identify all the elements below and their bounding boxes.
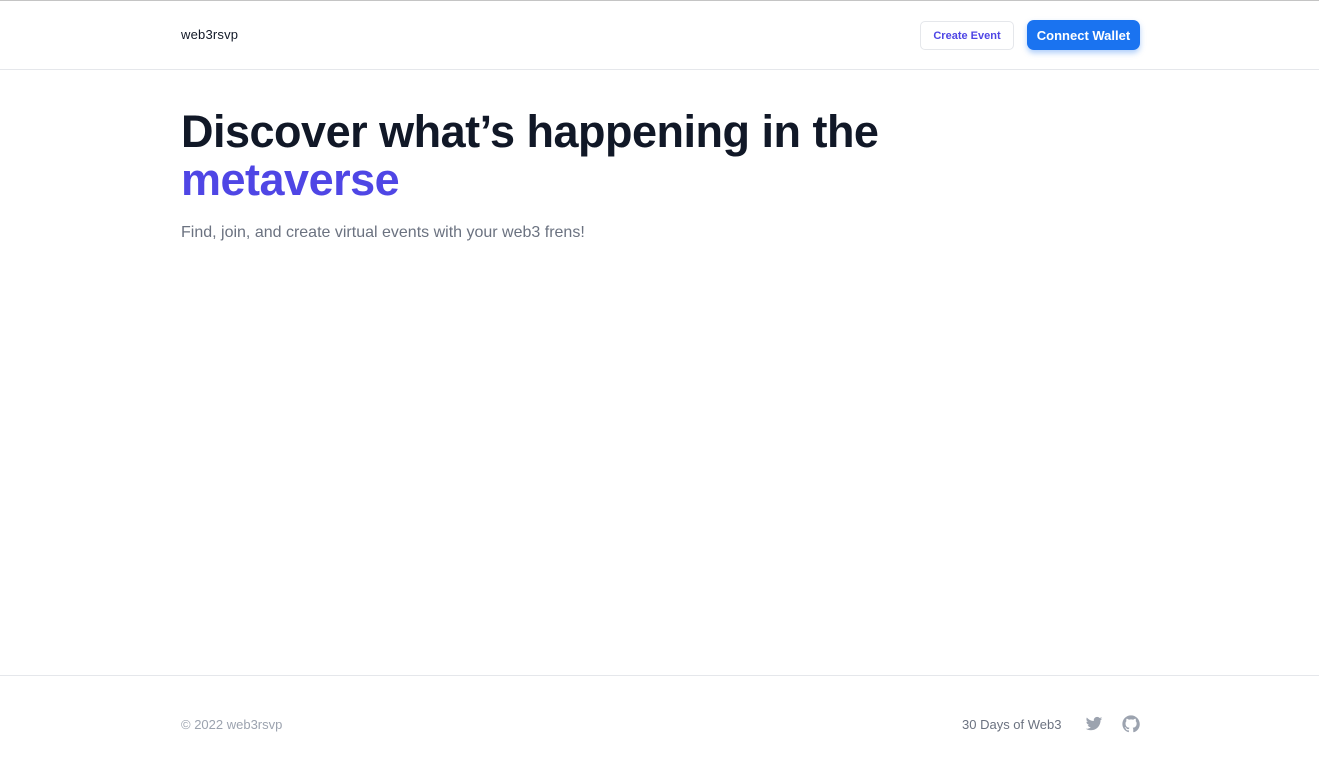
twitter-icon[interactable] <box>1085 715 1103 733</box>
hero-title: Discover what’s happening in the metaver… <box>181 108 881 204</box>
hero-title-accent: metaverse <box>181 154 400 205</box>
hero-title-main: Discover what’s happening in the <box>181 106 879 157</box>
site-header: web3rsvp Create Event Connect Wallet <box>0 1 1319 70</box>
github-icon[interactable] <box>1122 715 1140 733</box>
header-container: web3rsvp Create Event Connect Wallet <box>181 1 1141 69</box>
copyright-text: © 2022 web3rsvp <box>181 717 283 732</box>
hero-section: Discover what’s happening in the metaver… <box>181 108 881 242</box>
create-event-button[interactable]: Create Event <box>920 21 1014 50</box>
site-footer: © 2022 web3rsvp 30 Days of Web3 <box>0 675 1319 768</box>
brand-logo-text[interactable]: web3rsvp <box>181 27 238 42</box>
connect-wallet-button[interactable]: Connect Wallet <box>1027 20 1140 50</box>
hero-subtitle: Find, join, and create virtual events wi… <box>181 224 585 241</box>
thirty-days-link[interactable]: 30 Days of Web3 <box>962 717 1061 732</box>
